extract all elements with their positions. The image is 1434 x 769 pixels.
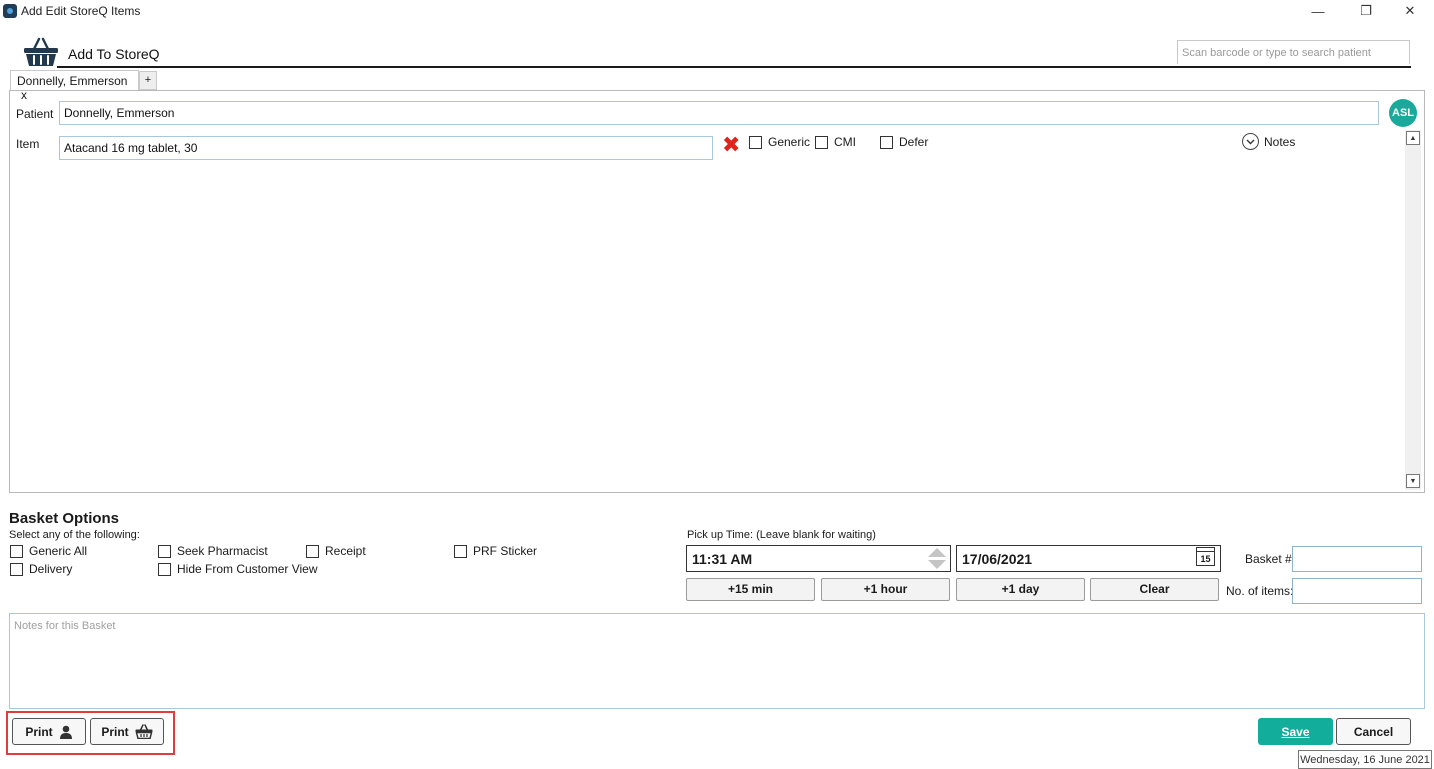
add-1-day-button[interactable]: +1 day [956, 578, 1085, 601]
window-title: Add Edit StoreQ Items [21, 4, 141, 18]
cancel-button[interactable]: Cancel [1336, 718, 1411, 745]
checkbox-box[interactable] [10, 544, 23, 558]
clear-time-button[interactable]: Clear [1090, 578, 1219, 601]
add-tab-button[interactable]: + [139, 71, 157, 90]
checkbox-box[interactable] [749, 135, 762, 149]
print-basket-label: Print [101, 724, 129, 739]
notes-toggle[interactable]: Notes [1242, 133, 1295, 150]
pickup-time-input[interactable]: 11:31 AM [686, 545, 951, 572]
person-icon [59, 725, 72, 739]
seek-pharmacist-checkbox[interactable]: Seek Pharmacist [158, 544, 268, 558]
add-1-hour-button[interactable]: +1 hour [821, 578, 950, 601]
cmi-checkbox[interactable]: CMI [815, 135, 856, 149]
patient-label: Patient [16, 107, 54, 121]
checkbox-box[interactable] [880, 135, 893, 149]
page-title: Add To StoreQ [68, 46, 160, 62]
item-label: Item [16, 137, 40, 151]
print-patient-label: Print [25, 724, 53, 739]
checkbox-label: Generic All [29, 544, 88, 558]
basket-icon [24, 37, 58, 66]
close-window-button[interactable]: ✕ [1387, 0, 1433, 22]
tab-patient[interactable]: Donnelly, Emmerson x [10, 70, 139, 102]
checkbox-box[interactable] [815, 135, 828, 149]
restore-button[interactable]: ❐ [1343, 0, 1389, 22]
chevron-down-icon [1242, 133, 1259, 150]
save-button[interactable]: Save [1258, 718, 1333, 745]
basket-options-subtitle: Select any of the following: [9, 529, 140, 541]
scroll-down-icon[interactable]: ▼ [1406, 474, 1420, 488]
checkbox-box[interactable] [10, 562, 23, 576]
basket-options-title: Basket Options [9, 510, 120, 527]
checkbox-label: PRF Sticker [473, 544, 538, 558]
basket-number-field[interactable] [1292, 546, 1422, 572]
print-patient-button[interactable]: Print [12, 718, 86, 745]
checkbox-label: Hide From Customer View [177, 562, 318, 576]
prf-sticker-checkbox[interactable]: PRF Sticker [454, 544, 537, 558]
hide-from-customer-checkbox[interactable]: Hide From Customer View [158, 562, 317, 576]
items-count-field[interactable] [1292, 578, 1422, 604]
item-field[interactable] [59, 136, 713, 160]
scroll-up-icon[interactable]: ▲ [1406, 131, 1420, 145]
remove-item-icon[interactable]: ✖ [722, 134, 740, 156]
checkbox-label: CMI [834, 135, 856, 149]
delivery-checkbox[interactable]: Delivery [10, 562, 72, 576]
tab-label: Donnelly, Emmerson [17, 74, 128, 88]
app-icon [3, 4, 17, 18]
patient-field[interactable] [59, 101, 1379, 125]
header-divider [57, 66, 1411, 68]
pickup-time-label: Pick up Time: (Leave blank for waiting) [687, 529, 876, 541]
minimize-button[interactable]: — [1295, 0, 1341, 22]
checkbox-label: Generic [768, 135, 811, 149]
notes-label: Notes [1264, 134, 1296, 149]
checkbox-label: Defer [899, 135, 929, 149]
checkbox-label: Receipt [325, 544, 366, 558]
avatar[interactable]: ASL [1389, 99, 1417, 127]
checkbox-label: Seek Pharmacist [177, 544, 268, 558]
pickup-date-input[interactable]: 17/06/2021 [956, 545, 1221, 572]
date-tooltip: Wednesday, 16 June 2021 [1298, 750, 1432, 769]
checkbox-box[interactable] [158, 544, 171, 558]
checkbox-box[interactable] [454, 544, 467, 558]
checkbox-box[interactable] [158, 562, 171, 576]
basket-notes-textarea[interactable] [9, 613, 1425, 709]
patient-search-input[interactable] [1177, 40, 1410, 64]
receipt-checkbox[interactable]: Receipt [306, 544, 366, 558]
items-count-label: No. of items: [1226, 584, 1294, 598]
checkbox-box[interactable] [306, 544, 319, 558]
print-basket-button[interactable]: Print [90, 718, 164, 745]
basket-number-label: Basket #: [1245, 552, 1296, 566]
checkbox-label: Delivery [29, 562, 73, 576]
generic-checkbox[interactable]: Generic [749, 135, 810, 149]
calendar-icon[interactable]: 15 [1196, 547, 1215, 566]
basket-icon [135, 724, 153, 739]
defer-checkbox[interactable]: Defer [880, 135, 928, 149]
generic-all-checkbox[interactable]: Generic All [10, 544, 87, 558]
time-spinner-icon[interactable] [927, 547, 947, 570]
add-15-min-button[interactable]: +15 min [686, 578, 815, 601]
vertical-scrollbar[interactable]: ▲ ▼ [1405, 130, 1421, 490]
